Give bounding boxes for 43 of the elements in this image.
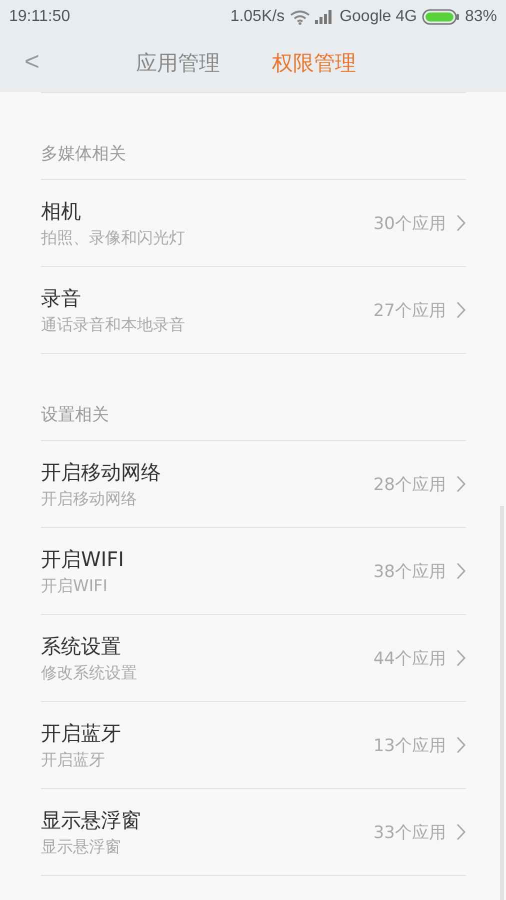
permission-name: 系统设置 (41, 632, 122, 660)
chevron-right-icon (456, 649, 466, 667)
app-count: 13个应用 (373, 734, 446, 756)
section-header: 多媒体相关 (41, 143, 126, 165)
chevron-right-icon (456, 823, 466, 841)
app-count: 28个应用 (373, 474, 446, 496)
section-header: 设置相关 (41, 404, 109, 426)
network-speed: 1.05K/s (230, 8, 285, 26)
chevron-right-icon (456, 562, 466, 580)
permission-name: 显示悬浮窗 (41, 806, 142, 834)
battery-icon (422, 9, 460, 25)
permission-item[interactable]: 开启蓝牙 开启蓝牙 13个应用 (41, 702, 466, 789)
permission-item[interactable]: 开启WIFI 开启WIFI 38个应用 (41, 528, 466, 615)
permission-description: 开启WIFI (41, 576, 108, 596)
permission-name: 相机 (41, 198, 82, 224)
permission-description: 显示悬浮窗 (41, 836, 122, 858)
permission-description: 修改系统设置 (41, 662, 138, 684)
app-count: 44个应用 (373, 648, 446, 670)
permission-name: 开启WIFI (41, 546, 126, 572)
permission-item[interactable]: 相机 拍照、录像和闪光灯 30个应用 (41, 180, 466, 267)
permission-item[interactable]: 系统设置 修改系统设置 44个应用 (41, 615, 466, 702)
battery-percent: 83% (464, 8, 497, 26)
permission-item[interactable]: 开启移动网络 开启移动网络 28个应用 (41, 441, 466, 528)
status-time: 19:11:50 (9, 8, 70, 26)
app-count: 38个应用 (373, 560, 446, 582)
app-count: 33个应用 (373, 822, 446, 844)
permission-name: 录音 (41, 284, 82, 312)
chevron-right-icon (456, 214, 466, 232)
chevron-right-icon (456, 736, 466, 754)
permission-description: 开启移动网络 (41, 488, 138, 510)
permission-description: 开启蓝牙 (41, 750, 106, 770)
chevron-right-icon (456, 301, 466, 319)
permission-name: 开启移动网络 (41, 458, 162, 486)
app-count: 30个应用 (373, 212, 446, 234)
app-count: 27个应用 (373, 300, 446, 322)
carrier-name: Google 4G (340, 8, 417, 26)
permission-name: 开启蓝牙 (41, 720, 122, 746)
permission-item[interactable]: 录音 通话录音和本地录音 27个应用 (41, 267, 466, 354)
chevron-right-icon (456, 475, 466, 493)
permission-description: 通话录音和本地录音 (41, 314, 186, 336)
permission-item[interactable]: 显示悬浮窗 显示悬浮窗 33个应用 (41, 789, 466, 876)
permission-description: 拍照、录像和闪光灯 (41, 228, 186, 248)
wifi-icon (290, 10, 310, 24)
